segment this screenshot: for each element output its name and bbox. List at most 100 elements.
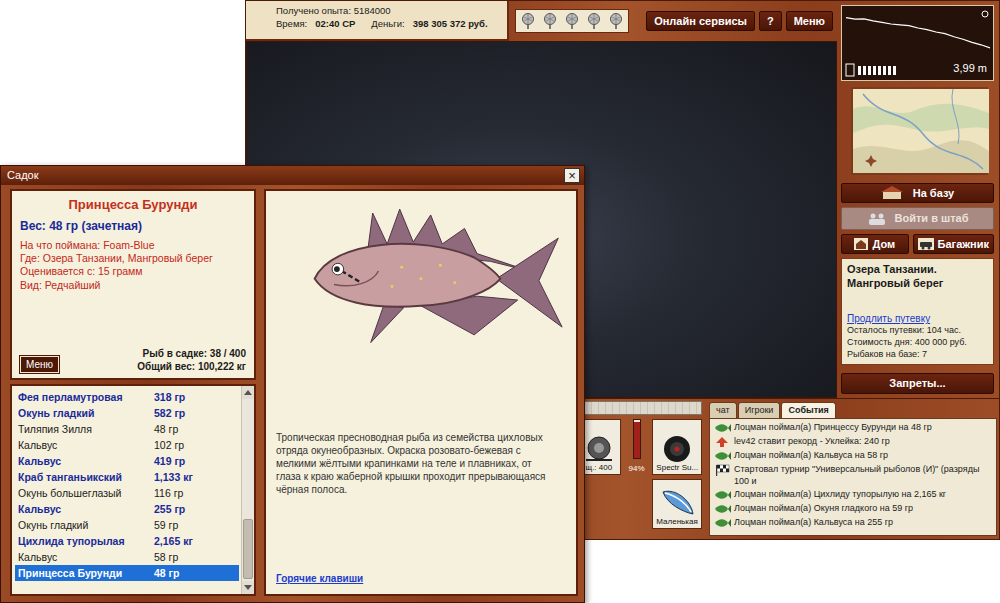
fish-weight: Вес: 48 гр (зачетная) xyxy=(20,217,246,235)
fish-row-weight: 59 гр xyxy=(154,518,236,532)
chat-tab[interactable]: Игроки xyxy=(738,402,781,419)
fish-count: Рыб в садке: 38 / 400 xyxy=(137,347,246,360)
event-text: Лоцман поймал(а) Окуня гладкого на 59 гр xyxy=(734,503,913,515)
caught-fish-icon xyxy=(713,450,731,462)
fish-row-weight: 2,165 кг xyxy=(154,534,236,548)
float-icon xyxy=(981,10,989,18)
fish-row[interactable]: Фея перламутровая318 гр xyxy=(15,389,239,405)
fish-row[interactable]: Кальвус102 гр xyxy=(15,437,239,453)
lure-icon xyxy=(657,486,697,518)
hq-button: Войти в штаб xyxy=(841,207,994,230)
scroll-up-button[interactable] xyxy=(242,386,254,399)
fish-list: Фея перламутровая318 грОкунь гладкий582 … xyxy=(10,384,256,596)
event-text: Стартовал турнир "Универсальный рыболов … xyxy=(734,464,993,487)
wear-fill xyxy=(634,422,640,458)
fish-row-weight: 48 гр xyxy=(154,422,236,436)
stats-line: Время:02:40 СРДеньги:398 305 372 руб. xyxy=(276,18,501,31)
fish-row-weight: 419 гр xyxy=(154,454,236,468)
time-field: Время:02:40 СР xyxy=(276,18,355,31)
reel-icon xyxy=(582,434,616,464)
fish-detail: Вид: Редчайший xyxy=(20,279,246,292)
top-button[interactable]: Онлайн сервисы xyxy=(646,11,755,31)
fish-row-weight: 255 гр xyxy=(154,502,236,516)
event-text: Лоцман поймал(а) Кальвуса на 255 гр xyxy=(734,517,893,529)
fish-row-name: Цихлида тупорылая xyxy=(18,534,154,548)
fish-row[interactable]: Кальвус58 гр xyxy=(15,549,239,565)
wear-reading: 94% xyxy=(629,463,645,475)
bans-button[interactable]: Запреты... xyxy=(841,373,994,393)
scroll-track[interactable] xyxy=(242,399,254,581)
hq-button-label: Войти в штаб xyxy=(895,210,969,227)
home-button[interactable]: Дом xyxy=(841,234,909,254)
top-buttons: Онлайн сервисы?Меню xyxy=(646,11,833,31)
scroll-thumb[interactable] xyxy=(243,519,253,579)
fish-row-name: Кальвус xyxy=(18,454,154,468)
depth-chart: 3,99 m xyxy=(841,5,994,81)
house-icon xyxy=(881,186,905,200)
chat-tab[interactable]: чат xyxy=(709,402,737,419)
trunk-button[interactable]: Багажник xyxy=(913,234,994,254)
event-row: Стартовал турнир "Универсальный рыболов … xyxy=(713,463,993,488)
fish-row-name: Кальвус xyxy=(18,550,154,564)
fish-row-name: Принцесса Бурунди xyxy=(18,566,154,580)
top-button[interactable]: Меню xyxy=(786,11,833,31)
trunk-button-label: Багажник xyxy=(938,237,989,251)
base-button[interactable]: На базу xyxy=(841,183,994,203)
info-line: Осталось путевки: 104 час. xyxy=(847,325,988,337)
event-list: Лоцман поймал(а) Принцессу Бурунди на 48… xyxy=(709,418,997,536)
fish-row-name: Окунь гладкий xyxy=(18,406,154,420)
menu-button[interactable]: Меню xyxy=(20,356,59,373)
fish-row[interactable]: Тиляпия Зилля48 гр xyxy=(15,421,239,437)
fish-row-name: Окунь большеглазый xyxy=(18,486,154,500)
fish-row[interactable]: Краб танганьикский1,133 кг xyxy=(15,469,239,485)
chat-tab[interactable]: События xyxy=(781,402,835,419)
event-text: Лоцман поймал(а) Принцессу Бурунди на 48… xyxy=(734,422,932,434)
event-row: Лоцман поймал(а) Принцессу Бурунди на 48… xyxy=(713,421,993,435)
close-button[interactable]: × xyxy=(564,168,580,183)
fish-detail: Оценивается с: 15 грамм xyxy=(20,265,246,278)
fish-row[interactable]: Окунь большеглазый116 гр xyxy=(15,485,239,501)
scroll-down-button[interactable] xyxy=(242,581,254,594)
keepnet-totals: Рыб в садке: 38 / 400Общий вес: 100,222 … xyxy=(137,347,246,373)
fish-picture xyxy=(276,197,566,347)
fish-row-name: Окунь гладкий xyxy=(18,518,154,532)
fish-row-weight: 58 гр xyxy=(154,550,236,564)
scrollbar[interactable] xyxy=(241,386,254,594)
fish-row[interactable]: Кальвус419 гр xyxy=(15,453,239,469)
fish-row[interactable]: Цихлида тупорылая2,165 кг xyxy=(15,533,239,549)
description-text: Тропическая пресноводная рыба из семейст… xyxy=(276,431,566,496)
fish-row[interactable]: Кальвус255 гр xyxy=(15,501,239,517)
fish-rows: Фея перламутровая318 грОкунь гладкий582 … xyxy=(12,386,241,594)
tackle-row: Маленькая xyxy=(577,479,702,529)
fish-row[interactable]: Принцесса Бурунди48 гр xyxy=(15,565,239,581)
line-slot[interactable]: Spectr Su... xyxy=(652,419,702,475)
location-title: Озера Танзании. Мангровый берег xyxy=(847,263,988,291)
top-bar: Получено опыта: 5184000Время:02:40 СРДен… xyxy=(246,1,837,41)
home-button-label: Дом xyxy=(872,237,895,251)
money-label: Деньги: xyxy=(371,18,404,31)
record-arrow-icon xyxy=(713,436,731,448)
total-weight: Общий вес: 100,222 кг xyxy=(137,360,246,373)
fish-row-weight: 582 гр xyxy=(154,406,236,420)
fish-row[interactable]: Окунь гладкий59 гр xyxy=(15,517,239,533)
event-row: Лоцман поймал(а) Окуня гладкого на 59 гр xyxy=(713,502,993,516)
landing-net-icon xyxy=(585,12,603,30)
extend-link[interactable]: Продлить путевку xyxy=(847,312,988,325)
keepnet-window: Садок× Принцесса Бурунди Вес: 48 гр (заче… xyxy=(0,165,585,603)
home-trunk-row: Дом Багажник xyxy=(841,234,994,254)
lure-label: Маленькая xyxy=(656,518,697,527)
checkered-flag-icon xyxy=(713,464,731,476)
top-button[interactable]: ? xyxy=(759,11,782,31)
hotkeys-link[interactable]: Горячие клавиши xyxy=(276,571,566,586)
fish-row[interactable]: Окунь гладкий582 гр xyxy=(15,405,239,421)
lure-slot[interactable]: Маленькая xyxy=(652,479,702,529)
caught-fish-icon xyxy=(713,422,731,434)
fish-row-weight: 102 гр xyxy=(154,438,236,452)
event-row: Лоцман поймал(а) Цихлиду тупорылую на 2,… xyxy=(713,488,993,502)
location-map[interactable] xyxy=(851,87,988,175)
line-label: Spectr Su... xyxy=(656,464,698,473)
time-value: 02:40 СР xyxy=(315,18,355,31)
depth-reading: 3,99 m xyxy=(953,60,987,77)
title-bar: Садок× xyxy=(1,166,584,185)
fish-row-name: Кальвус xyxy=(18,502,154,516)
